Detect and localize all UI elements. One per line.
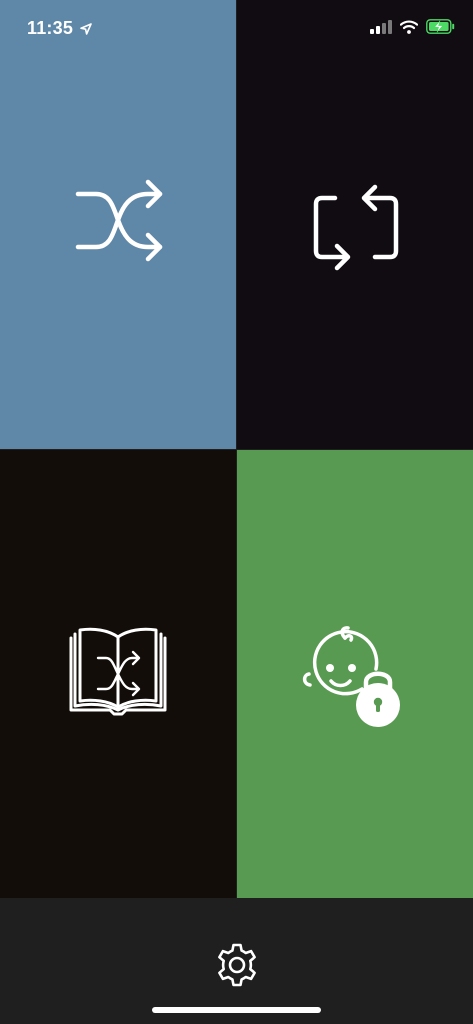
- story-shuffle-tile[interactable]: [0, 450, 236, 898]
- baby-lock-icon: [302, 626, 400, 727]
- location-arrow-icon: [80, 23, 92, 35]
- battery-charging-icon: [426, 19, 455, 34]
- home-indicator[interactable]: [152, 1007, 321, 1013]
- settings-button[interactable]: [212, 940, 262, 990]
- status-bar: 11:35: [0, 0, 473, 56]
- status-icons: [370, 19, 455, 34]
- shuffle-icon: [75, 179, 163, 261]
- status-time: 11:35: [27, 18, 74, 38]
- book-shuffle-icon: [69, 627, 167, 716]
- kid-lock-tile[interactable]: [237, 450, 473, 898]
- app-screen: 11:35: [0, 0, 473, 1024]
- repeat-tile[interactable]: [237, 0, 473, 449]
- shuffle-tile[interactable]: [0, 0, 236, 449]
- cellular-signal-icon: [370, 19, 392, 34]
- repeat-icon: [313, 184, 399, 270]
- gear-icon: [218, 943, 256, 987]
- wifi-icon: [400, 20, 418, 34]
